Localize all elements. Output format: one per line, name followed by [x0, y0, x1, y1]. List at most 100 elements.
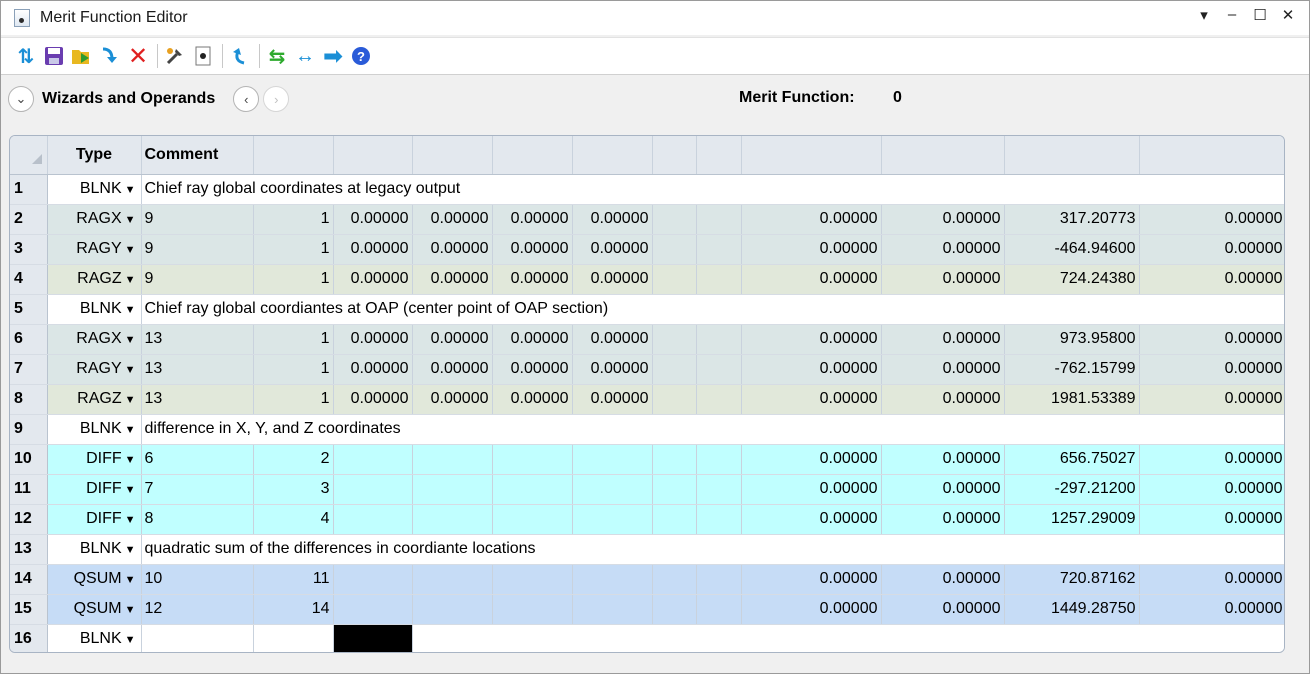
operand-type-dropdown[interactable]: RAGX ▼ [47, 204, 142, 235]
comment-cell[interactable]: Chief ray global coordiantes at OAP (cen… [141, 294, 1284, 325]
row-number[interactable]: 6 [10, 324, 48, 355]
param-cell[interactable] [572, 594, 653, 625]
contrib-cell[interactable]: 0.00000 [1139, 384, 1284, 415]
param-cell[interactable]: 0.00000 [492, 324, 573, 355]
param-cell[interactable] [652, 444, 697, 475]
param-cell[interactable] [696, 204, 742, 235]
value-cell[interactable]: 1449.28750 [1004, 594, 1140, 625]
param-cell[interactable]: 0.00000 [333, 204, 413, 235]
header-col[interactable] [253, 136, 334, 175]
tools-icon[interactable] [162, 43, 188, 69]
header-col[interactable] [492, 136, 573, 175]
sync-icon[interactable]: ⇆ [264, 43, 290, 69]
int-cell[interactable]: 11 [253, 564, 334, 595]
param-cell[interactable] [652, 594, 697, 625]
weight-cell[interactable]: 0.00000 [881, 564, 1005, 595]
weight-cell[interactable]: 0.00000 [881, 474, 1005, 505]
int-cell[interactable]: 1 [253, 354, 334, 385]
minimize-button[interactable]: – [1225, 6, 1239, 24]
int-cell[interactable]: 3 [253, 474, 334, 505]
value-cell[interactable]: -762.15799 [1004, 354, 1140, 385]
int-cell[interactable]: 1 [253, 324, 334, 355]
contrib-cell[interactable]: 0.00000 [1139, 324, 1284, 355]
param-cell[interactable]: 0.00000 [492, 234, 573, 265]
target-cell[interactable]: 0.00000 [741, 234, 882, 265]
operand-type-dropdown[interactable]: RAGY ▼ [47, 234, 142, 265]
param-cell[interactable]: 0.00000 [412, 264, 493, 295]
row-number[interactable]: 14 [10, 564, 48, 595]
param-cell[interactable]: 0.00000 [572, 354, 653, 385]
param-cell[interactable]: 0.00000 [333, 264, 413, 295]
row-number[interactable]: 5 [10, 294, 48, 325]
row-number[interactable]: 7 [10, 354, 48, 385]
contrib-cell[interactable]: 0.00000 [1139, 204, 1284, 235]
param-cell[interactable] [412, 504, 493, 535]
operand-type-dropdown[interactable]: QSUM ▼ [47, 594, 142, 625]
window-menu-button[interactable]: ▾ [1197, 6, 1211, 24]
param-cell[interactable] [696, 264, 742, 295]
param-cell[interactable]: 0.00000 [412, 234, 493, 265]
param-cell[interactable] [652, 504, 697, 535]
save-icon[interactable] [41, 43, 67, 69]
comment-cell[interactable]: 13 [141, 324, 254, 355]
operand-type-dropdown[interactable]: RAGY ▼ [47, 354, 142, 385]
operand-type-dropdown[interactable]: BLNK ▼ [47, 534, 142, 565]
param-cell[interactable]: 0.00000 [412, 354, 493, 385]
param-cell[interactable]: 0.00000 [572, 324, 653, 355]
value-cell[interactable]: 656.75027 [1004, 444, 1140, 475]
param-cell[interactable] [696, 354, 742, 385]
operand-type-dropdown[interactable]: BLNK ▼ [47, 174, 142, 205]
target-cell[interactable]: 0.00000 [741, 324, 882, 355]
value-cell[interactable]: 1981.53389 [1004, 384, 1140, 415]
value-cell[interactable]: 724.24380 [1004, 264, 1140, 295]
weight-cell[interactable]: 0.00000 [881, 264, 1005, 295]
param-cell[interactable] [696, 564, 742, 595]
row-number[interactable]: 15 [10, 594, 48, 625]
row-number[interactable]: 13 [10, 534, 48, 565]
comment-cell[interactable]: 7 [141, 474, 254, 505]
target-cell[interactable]: 0.00000 [741, 354, 882, 385]
weight-cell[interactable]: 0.00000 [881, 444, 1005, 475]
header-col[interactable] [1004, 136, 1140, 175]
close-button[interactable]: ✕ [1281, 6, 1295, 24]
header-col[interactable] [333, 136, 413, 175]
target-cell[interactable]: 0.00000 [741, 384, 882, 415]
header-col[interactable] [1139, 136, 1284, 175]
operand-type-dropdown[interactable]: DIFF ▼ [47, 474, 142, 505]
maximize-button[interactable]: ☐ [1253, 6, 1267, 24]
comment-cell[interactable]: quadratic sum of the differences in coor… [141, 534, 1284, 565]
operand-type-dropdown[interactable]: QSUM ▼ [47, 564, 142, 595]
weight-cell[interactable]: 0.00000 [881, 354, 1005, 385]
insert-icon[interactable] [97, 43, 123, 69]
int-cell[interactable]: 1 [253, 204, 334, 235]
target-cell[interactable]: 0.00000 [741, 264, 882, 295]
param-cell[interactable]: 0.00000 [492, 354, 573, 385]
weight-cell[interactable]: 0.00000 [881, 504, 1005, 535]
param-cell[interactable]: 0.00000 [572, 264, 653, 295]
target-cell[interactable]: 0.00000 [741, 504, 882, 535]
expand-icon[interactable]: ↔ [292, 43, 318, 69]
target-cell[interactable]: 0.00000 [741, 474, 882, 505]
comment-cell[interactable]: Chief ray global coordinates at legacy o… [141, 174, 1284, 205]
param-cell[interactable] [696, 594, 742, 625]
param-cell[interactable]: 0.00000 [333, 324, 413, 355]
param-cell[interactable]: 0.00000 [412, 384, 493, 415]
param-cell[interactable] [572, 444, 653, 475]
param-cell[interactable] [333, 594, 413, 625]
param-cell[interactable]: 0.00000 [572, 234, 653, 265]
value-cell[interactable] [412, 624, 1284, 652]
param-cell[interactable] [572, 474, 653, 505]
target-cell[interactable]: 0.00000 [741, 594, 882, 625]
param-cell[interactable] [652, 234, 697, 265]
row-number[interactable]: 16 [10, 624, 48, 652]
prev-button[interactable]: ‹ [233, 86, 260, 112]
param-cell[interactable] [652, 204, 697, 235]
param-cell[interactable]: 0.00000 [412, 324, 493, 355]
param-cell[interactable] [652, 324, 697, 355]
param-cell[interactable] [696, 384, 742, 415]
value-cell[interactable]: 1257.29009 [1004, 504, 1140, 535]
param-cell[interactable] [492, 474, 573, 505]
weight-cell[interactable]: 0.00000 [881, 594, 1005, 625]
operand-type-dropdown[interactable]: RAGX ▼ [47, 324, 142, 355]
comment-cell[interactable]: difference in X, Y, and Z coordinates [141, 414, 1284, 445]
